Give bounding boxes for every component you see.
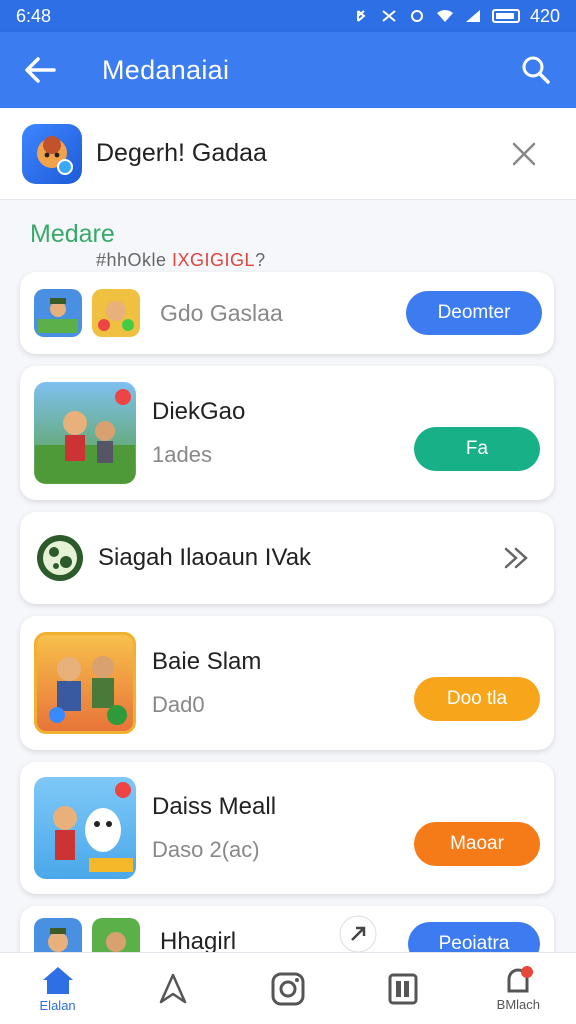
section-subtitle-prefix: #hhOkle: [96, 250, 173, 270]
nav-label: BMlach: [496, 997, 541, 1012]
close-icon: [512, 142, 536, 165]
bottom-navigation: Elalan BMlach: [0, 952, 576, 1024]
card-title: Gdo Gaslaa: [160, 299, 283, 326]
card-title: Baie Slam: [152, 648, 262, 675]
card-info: Baie Slam Dad0: [152, 648, 414, 718]
signal-icon: [465, 10, 480, 22]
back-button[interactable]: [20, 50, 60, 90]
battery-level: 420: [529, 5, 560, 26]
game-thumbnail: [34, 289, 82, 337]
section-subtitle: #hhOkle IXGIGIGL?: [96, 250, 266, 271]
mute-icon: [382, 10, 396, 22]
nav-item-library[interactable]: [358, 953, 448, 1024]
action-button[interactable]: Deomter: [406, 291, 542, 335]
notification-icon: [507, 966, 534, 993]
card-subtitle: 1ades: [152, 442, 212, 467]
list-item[interactable]: DiekGao 1ades Fa: [20, 366, 554, 500]
card-subtitle: Dad0: [152, 692, 205, 717]
action-button[interactable]: Fa: [414, 427, 540, 471]
chevron-right-double-icon: [504, 547, 528, 569]
nav-item-home[interactable]: Elalan: [13, 953, 103, 1024]
game-thumbnail: [92, 289, 140, 337]
list-item[interactable]: Baie Slam Dad0 Doo tla: [20, 616, 554, 750]
bluetooth-icon: [356, 10, 366, 22]
status-time: 6:48: [16, 5, 52, 26]
navigation-icon: [159, 973, 187, 1003]
card-info: Gdo Gaslaa: [160, 300, 406, 327]
list-item[interactable]: Daiss Meall Daso 2(ac) Maoar: [20, 762, 554, 894]
card-title: Daiss Meall: [152, 793, 277, 820]
app-bar: Medanaiai: [0, 32, 576, 108]
camera-icon: [271, 972, 305, 1005]
header-card: Degerh! Gadaa: [0, 108, 576, 200]
search-icon: [522, 56, 550, 84]
library-icon: [388, 973, 418, 1004]
nav-item-camera[interactable]: [243, 953, 333, 1024]
arrow-left-icon: [25, 57, 56, 83]
header-title: Degerh! Gadaa: [96, 139, 267, 167]
app-icon: [22, 123, 82, 184]
home-icon: [42, 967, 73, 994]
game-thumbnail: [34, 632, 136, 734]
section-title: Medare: [30, 220, 115, 248]
section-subtitle-highlight: IXGIGIGL: [172, 250, 256, 270]
action-button[interactable]: Maoar: [414, 822, 540, 866]
nav-item-navigate[interactable]: [128, 953, 218, 1024]
alarm-icon: [410, 10, 423, 22]
game-thumbnail: [34, 777, 136, 879]
card-info: Daiss Meall Daso 2(ac): [152, 793, 414, 863]
action-button[interactable]: Doo tla: [414, 677, 540, 721]
list-item[interactable]: Siagah Ilaoaun IVak: [20, 512, 554, 604]
section-subtitle-suffix: ?: [255, 250, 266, 270]
card-title: Siagah Ilaoaun IVak: [98, 544, 312, 571]
nav-item-notifications[interactable]: BMlach: [473, 953, 563, 1024]
game-thumbnail: [34, 382, 136, 484]
nav-label: Elalan: [39, 998, 76, 1013]
battery-icon: [491, 9, 520, 23]
close-button[interactable]: [504, 134, 544, 174]
external-link-icon[interactable]: [338, 914, 378, 954]
ball-icon: [37, 535, 83, 581]
status-icons: 420: [352, 6, 560, 27]
search-button[interactable]: [516, 50, 556, 90]
page-title: Medanaiai: [102, 54, 230, 85]
card-info: DiekGao 1ades: [152, 398, 414, 468]
card-title: DiekGao: [152, 398, 246, 425]
wifi-icon: [436, 10, 453, 22]
list-item[interactable]: Gdo Gaslaa Deomter: [20, 272, 554, 354]
card-subtitle: Daso 2(ac): [152, 837, 260, 862]
status-bar: 6:48 420: [0, 0, 576, 32]
